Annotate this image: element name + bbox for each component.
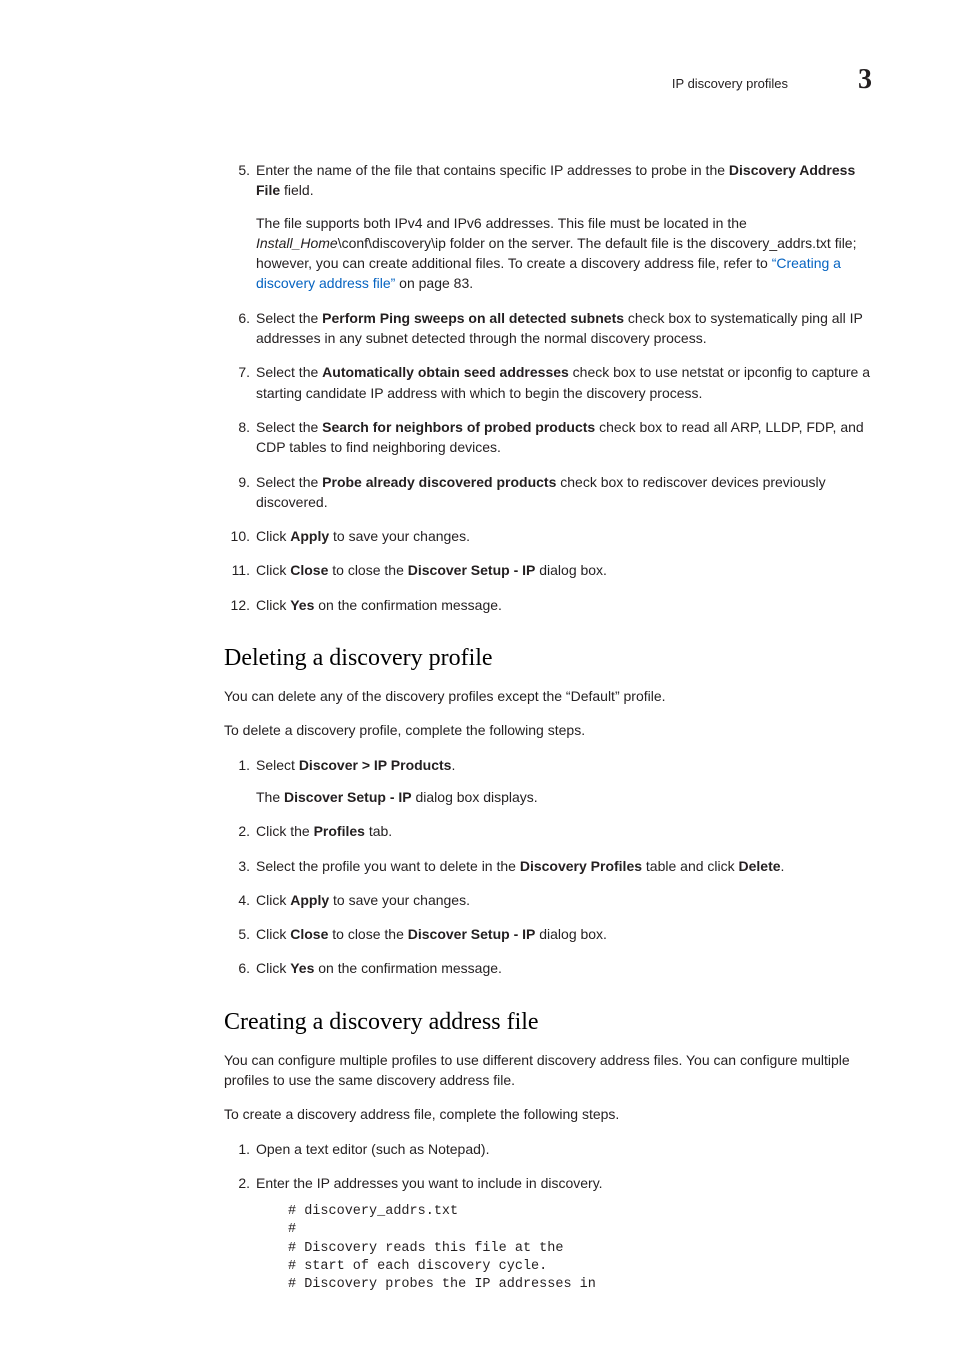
step-text: table and click bbox=[642, 858, 739, 874]
step-text: Click bbox=[256, 528, 290, 544]
step-number: 9. bbox=[224, 472, 250, 513]
step-text: Open a text editor (such as Notepad). bbox=[256, 1141, 489, 1157]
ui-term: Automatically obtain seed addresses bbox=[322, 364, 569, 380]
step-7: 7. Select the Automatically obtain seed … bbox=[224, 362, 882, 403]
steps-list-b: 1. Select Discover > IP Products. The Di… bbox=[224, 755, 882, 979]
step-b1: 1. Select Discover > IP Products. The Di… bbox=[224, 755, 882, 808]
ui-term: Search for neighbors of probed products bbox=[322, 419, 595, 435]
step-number: 2. bbox=[224, 1173, 250, 1294]
ui-term: Discovery Profiles bbox=[520, 858, 642, 874]
ui-term: Apply bbox=[290, 892, 329, 908]
ui-term: Discover Setup - IP bbox=[408, 562, 536, 578]
running-header: IP discovery profiles 3 bbox=[72, 64, 882, 96]
step-12: 12. Click Yes on the confirmation messag… bbox=[224, 595, 882, 615]
step-text: dialog box. bbox=[535, 562, 607, 578]
ui-term: Probe already discovered products bbox=[322, 474, 556, 490]
step-number: 1. bbox=[224, 1139, 250, 1159]
step-text: to close the bbox=[328, 926, 407, 942]
step-number: 5. bbox=[224, 160, 250, 294]
step-c2: 2. Enter the IP addresses you want to in… bbox=[224, 1173, 882, 1294]
ui-term: Discover Setup - IP bbox=[284, 789, 412, 805]
step-text: Click bbox=[256, 562, 290, 578]
step-text: Click bbox=[256, 960, 290, 976]
ui-term: Close bbox=[290, 562, 328, 578]
step-text: on the confirmation message. bbox=[314, 597, 502, 613]
step-number: 1. bbox=[224, 755, 250, 808]
step-number: 2. bbox=[224, 821, 250, 841]
ui-term: Discover > IP Products bbox=[299, 757, 452, 773]
step-text: Click bbox=[256, 597, 290, 613]
step-text: Enter the IP addresses you want to inclu… bbox=[256, 1175, 603, 1191]
code-block: # discovery_addrs.txt # # Discovery read… bbox=[288, 1203, 882, 1294]
ui-term: Yes bbox=[290, 960, 314, 976]
paragraph: To delete a discovery profile, complete … bbox=[224, 720, 882, 740]
step-5: 5. Enter the name of the file that conta… bbox=[224, 160, 882, 294]
path-variable: Install_Home bbox=[256, 235, 338, 251]
step-b6: 6. Click Yes on the confirmation message… bbox=[224, 958, 882, 978]
step-number: 11. bbox=[224, 560, 250, 580]
ui-term: Profiles bbox=[314, 823, 365, 839]
step-number: 8. bbox=[224, 417, 250, 458]
header-label: IP discovery profiles bbox=[672, 76, 788, 91]
step-text: . bbox=[781, 858, 785, 874]
heading-deleting-profile: Deleting a discovery profile bbox=[224, 645, 882, 672]
step-b5: 5. Click Close to close the Discover Set… bbox=[224, 924, 882, 944]
step-text: Select the profile you want to delete in… bbox=[256, 858, 520, 874]
step-text: dialog box displays. bbox=[412, 789, 538, 805]
step-text: Select the bbox=[256, 310, 322, 326]
step-text: The file supports both IPv4 and IPv6 add… bbox=[256, 215, 747, 231]
step-number: 6. bbox=[224, 958, 250, 978]
step-6: 6. Select the Perform Ping sweeps on all… bbox=[224, 308, 882, 349]
step-9: 9. Select the Probe already discovered p… bbox=[224, 472, 882, 513]
step-text: to close the bbox=[328, 562, 407, 578]
step-11: 11. Click Close to close the Discover Se… bbox=[224, 560, 882, 580]
paragraph: You can configure multiple profiles to u… bbox=[224, 1050, 882, 1091]
step-10: 10. Click Apply to save your changes. bbox=[224, 526, 882, 546]
step-text: Select the bbox=[256, 419, 322, 435]
ui-term: Yes bbox=[290, 597, 314, 613]
step-text: to save your changes. bbox=[329, 528, 470, 544]
ui-term: Discover Setup - IP bbox=[408, 926, 536, 942]
step-text: dialog box. bbox=[535, 926, 607, 942]
heading-creating-address-file: Creating a discovery address file bbox=[224, 1009, 882, 1036]
steps-list-a: 5. Enter the name of the file that conta… bbox=[224, 160, 882, 615]
step-number: 4. bbox=[224, 890, 250, 910]
step-text: Click bbox=[256, 892, 290, 908]
ui-term: Perform Ping sweeps on all detected subn… bbox=[322, 310, 624, 326]
step-text: field. bbox=[280, 182, 313, 198]
step-text: Enter the name of the file that contains… bbox=[256, 162, 729, 178]
step-text: on the confirmation message. bbox=[314, 960, 502, 976]
step-text: Select the bbox=[256, 474, 322, 490]
step-text: . bbox=[451, 757, 455, 773]
step-number: 5. bbox=[224, 924, 250, 944]
step-text: tab. bbox=[365, 823, 392, 839]
step-b2: 2. Click the Profiles tab. bbox=[224, 821, 882, 841]
steps-list-c: 1. Open a text editor (such as Notepad).… bbox=[224, 1139, 882, 1295]
step-number: 10. bbox=[224, 526, 250, 546]
ui-term: Close bbox=[290, 926, 328, 942]
step-number: 12. bbox=[224, 595, 250, 615]
step-text: Click the bbox=[256, 823, 314, 839]
step-text: Click bbox=[256, 926, 290, 942]
step-text: on page 83. bbox=[395, 275, 473, 291]
step-text: \conf\discovery\ip folder on the server.… bbox=[256, 235, 856, 271]
ui-term: Apply bbox=[290, 528, 329, 544]
paragraph: You can delete any of the discovery prof… bbox=[224, 686, 882, 706]
step-b4: 4. Click Apply to save your changes. bbox=[224, 890, 882, 910]
step-c1: 1. Open a text editor (such as Notepad). bbox=[224, 1139, 882, 1159]
step-text: The bbox=[256, 789, 284, 805]
step-text: Select the bbox=[256, 364, 322, 380]
step-8: 8. Select the Search for neighbors of pr… bbox=[224, 417, 882, 458]
step-number: 7. bbox=[224, 362, 250, 403]
chapter-number: 3 bbox=[858, 64, 872, 96]
paragraph: To create a discovery address file, comp… bbox=[224, 1104, 882, 1124]
step-number: 3. bbox=[224, 856, 250, 876]
step-number: 6. bbox=[224, 308, 250, 349]
step-text: to save your changes. bbox=[329, 892, 470, 908]
step-b3: 3. Select the profile you want to delete… bbox=[224, 856, 882, 876]
step-text: Select bbox=[256, 757, 299, 773]
ui-term: Delete bbox=[739, 858, 781, 874]
